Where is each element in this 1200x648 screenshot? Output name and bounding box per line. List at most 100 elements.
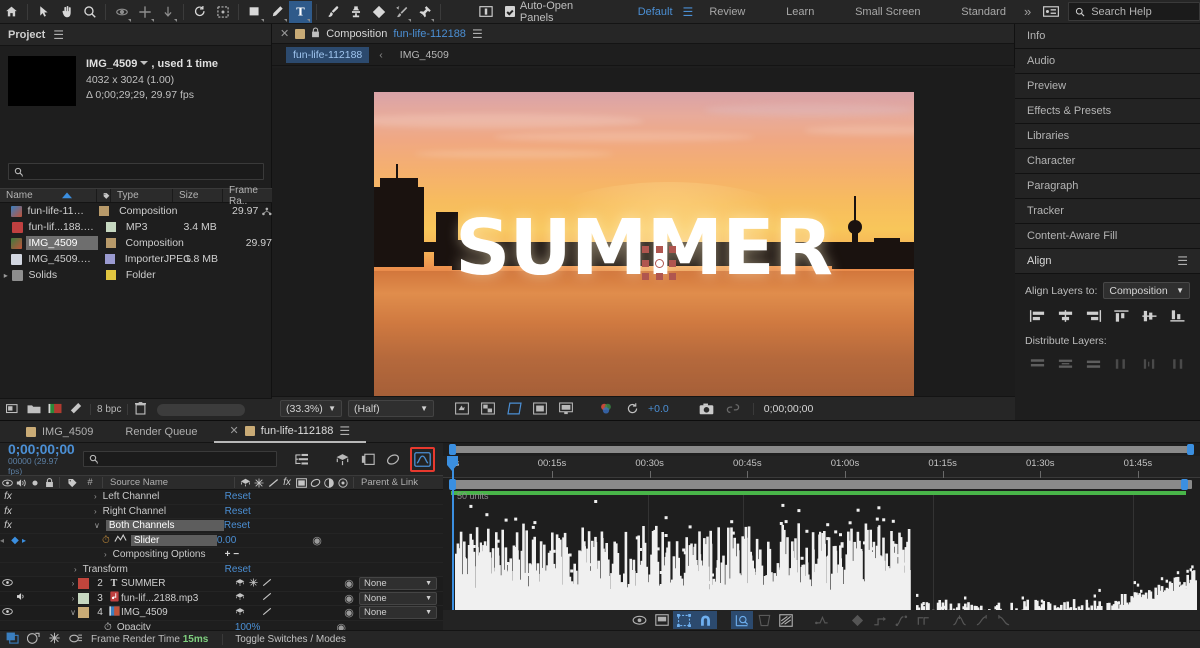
bit-depth-label[interactable]: 8 bpc: [90, 404, 128, 415]
eraser-tool-icon[interactable]: [367, 1, 390, 23]
draft-3d-icon[interactable]: [334, 450, 351, 469]
audio-amplitude-keyframes[interactable]: [453, 498, 1198, 626]
distribute-right-icon[interactable]: [1164, 354, 1190, 374]
list-item[interactable]: IMG_4509 Composition 29.97: [0, 235, 272, 251]
panel-tab-audio[interactable]: Audio: [1015, 49, 1200, 74]
expression-pickwhip-icon[interactable]: ◉: [336, 621, 346, 630]
type-tool-icon[interactable]: T: [289, 1, 312, 23]
eye-icon[interactable]: [0, 607, 14, 618]
motion-blur-switch-icon[interactable]: [308, 478, 322, 488]
layer-selection-box[interactable]: [642, 246, 676, 280]
label-color[interactable]: [99, 206, 109, 216]
collapse-transform-switch[interactable]: [233, 592, 247, 604]
audio-icon[interactable]: [14, 592, 28, 604]
stopwatch-icon[interactable]: ⏱: [104, 622, 112, 630]
quality-switch[interactable]: [260, 592, 273, 604]
workspace-panels-icon[interactable]: [474, 1, 497, 23]
adjustment-layer-icon[interactable]: [322, 478, 336, 488]
workspace-default[interactable]: Default: [628, 6, 683, 18]
label-color[interactable]: [78, 607, 89, 618]
column-source-name[interactable]: Source Name: [106, 477, 231, 488]
home-icon[interactable]: [0, 1, 23, 23]
graph-editor[interactable]: 0s 00:15s 00:30s 00:45s 01:00s 01:15s 01…: [443, 443, 1200, 631]
label-color[interactable]: [78, 578, 89, 589]
handle-top-left[interactable]: [642, 246, 649, 253]
expander[interactable]: ∨: [68, 608, 78, 617]
fit-all-graphs-icon[interactable]: [775, 611, 797, 629]
zoom-track[interactable]: [451, 446, 1192, 453]
shape-tool-icon[interactable]: [243, 1, 266, 23]
lock-icon[interactable]: [311, 27, 320, 41]
puppet-pin-tool-icon[interactable]: [413, 1, 436, 23]
panel-menu-icon[interactable]: ☰: [472, 27, 483, 41]
keyframe-diamond-icon[interactable]: ◆: [8, 535, 22, 546]
opacity-value[interactable]: 100%: [235, 622, 261, 630]
list-item[interactable]: fun-life-112188 Composition 29.97: [0, 203, 272, 219]
eye-icon[interactable]: [0, 578, 14, 589]
expander[interactable]: ›: [94, 507, 97, 516]
time-ruler[interactable]: 0s 00:15s 00:30s 00:45s 01:00s 01:15s 01…: [443, 456, 1200, 478]
channel-selector-icon[interactable]: [596, 400, 616, 418]
layer-name[interactable]: IMG_4509: [121, 607, 233, 618]
new-footage-icon[interactable]: [6, 403, 20, 417]
property-row[interactable]: fx › Left Channel Reset: [0, 490, 443, 505]
composition-viewer[interactable]: SUMMER: [272, 68, 1015, 420]
handle-bottom-center[interactable]: [656, 273, 663, 280]
easy-ease-both-icon[interactable]: [949, 611, 971, 629]
toggle-switches-modes-button[interactable]: Toggle Switches / Modes: [222, 634, 346, 645]
audio-icon[interactable]: [14, 478, 28, 488]
add-remove-buttons[interactable]: + −: [225, 549, 239, 560]
solo-icon[interactable]: [28, 479, 42, 487]
lock-icon[interactable]: [42, 478, 56, 488]
property-value[interactable]: 0.00: [217, 535, 236, 546]
clone-stamp-tool-icon[interactable]: [344, 1, 367, 23]
pen-tool-icon[interactable]: [266, 1, 289, 23]
quality-switch[interactable]: [260, 578, 273, 590]
graph-editor-icon[interactable]: [413, 450, 432, 469]
panel-menu-icon[interactable]: ☰: [339, 424, 350, 438]
region-of-interest-button[interactable]: [452, 400, 472, 418]
brainstorm-icon[interactable]: [69, 632, 83, 647]
graph-editor-set-icon[interactable]: [114, 534, 127, 546]
zoom-handle-right[interactable]: [1187, 444, 1194, 455]
roto-brush-tool-icon[interactable]: [390, 1, 413, 23]
panel-menu-icon[interactable]: ☰: [1177, 254, 1188, 268]
property-reset[interactable]: Reset: [225, 491, 251, 502]
expression-pickwhip-icon[interactable]: ◉: [339, 577, 359, 590]
column-label-icon[interactable]: [96, 189, 110, 202]
distribute-vertical-center-icon[interactable]: [1053, 354, 1079, 374]
align-vertical-center-icon[interactable]: [1136, 306, 1162, 326]
handle-top-center[interactable]: [656, 246, 663, 253]
property-row[interactable]: › Compositing Options + −: [0, 548, 443, 563]
composition-settings-icon[interactable]: [6, 632, 19, 647]
pan-tool-icon[interactable]: [133, 1, 156, 23]
property-reset[interactable]: Reset: [225, 506, 251, 517]
work-area-track[interactable]: [451, 480, 1192, 489]
show-snapshot-icon[interactable]: [723, 400, 743, 418]
toggle-masks-button[interactable]: [504, 400, 524, 418]
next-keyframe-icon[interactable]: ▸: [22, 536, 32, 545]
timecode-block[interactable]: 0;00;00;00 00000 (29.97 fps): [8, 442, 75, 477]
work-area-bar[interactable]: [443, 478, 1200, 491]
workspace-learn[interactable]: Learn: [776, 6, 824, 18]
current-time-indicator[interactable]: [447, 456, 458, 631]
table-row[interactable]: › 3 fun-lif...2188.mp3 ◉ None ▼: [0, 592, 443, 607]
collapse-transform-switch[interactable]: [233, 607, 247, 619]
toggle-switches-icon[interactable]: [27, 632, 40, 647]
label-color[interactable]: [106, 238, 116, 248]
breadcrumb-item-nested[interactable]: IMG_4509: [393, 47, 456, 63]
column-parent-link[interactable]: Parent & Link: [357, 477, 418, 488]
expander[interactable]: ›: [68, 594, 78, 603]
asset-name[interactable]: fun-lif...188.mp3: [27, 220, 98, 234]
parent-link-select[interactable]: None ▼: [359, 592, 437, 605]
viewer-timecode[interactable]: 0;00;00;00: [753, 403, 814, 415]
hide-shy-layers-icon[interactable]: [359, 450, 376, 469]
align-bottom-icon[interactable]: [1164, 306, 1190, 326]
collapse-transform-switch[interactable]: [233, 578, 247, 590]
column-size[interactable]: Size: [172, 189, 222, 202]
align-horizontal-center-icon[interactable]: [1053, 306, 1079, 326]
eye-icon[interactable]: [0, 479, 14, 487]
easy-ease-in-icon[interactable]: [971, 611, 993, 629]
list-item[interactable]: fun-lif...188.mp3 MP3 3.4 MB: [0, 219, 272, 235]
opacity-property-row[interactable]: ⏱ Opacity 100% ◉: [0, 621, 443, 631]
